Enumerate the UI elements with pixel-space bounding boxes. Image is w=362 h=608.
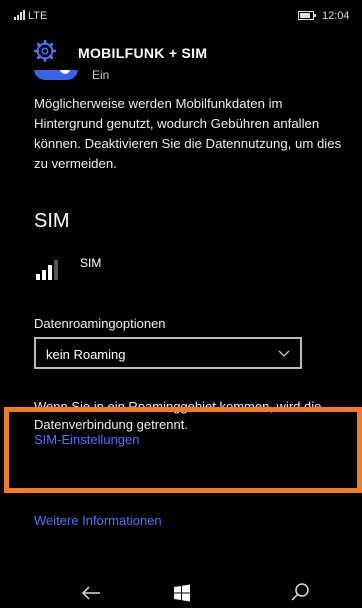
status-bar: LTE 12:04: [0, 0, 362, 32]
roaming-options-label: Datenroamingoptionen: [34, 316, 166, 331]
sim-name: SIM: [80, 256, 102, 270]
signal-strength-icon: [14, 10, 25, 20]
back-arrow-icon[interactable]: [76, 578, 106, 608]
sim-settings-link[interactable]: SIM-Einstellungen: [34, 432, 140, 447]
data-toggle-label: Ein: [92, 68, 110, 80]
roaming-selected-value: kein Roaming: [46, 347, 126, 362]
gear-icon: [34, 40, 56, 62]
page-title: MOBILFUNK + SIM: [78, 45, 208, 61]
network-type: LTE: [28, 10, 48, 22]
search-icon[interactable]: [285, 578, 315, 608]
windows-icon[interactable]: [167, 578, 197, 608]
signal-strength-icon: [36, 260, 58, 280]
more-info-link[interactable]: Weitere Informationen: [34, 513, 162, 528]
sim-section-title: SIM: [34, 210, 70, 232]
roaming-options-select[interactable]: kein Roaming: [34, 337, 302, 369]
navigation-bar: [0, 578, 362, 608]
highlight-box: [4, 407, 362, 493]
clock: 12:04: [322, 10, 350, 22]
data-toggle[interactable]: [34, 70, 78, 82]
chevron-down-icon: [278, 350, 290, 357]
info-text: Möglicherweise werden Mobilfunkdaten im …: [34, 96, 342, 171]
battery-icon: [298, 11, 316, 20]
